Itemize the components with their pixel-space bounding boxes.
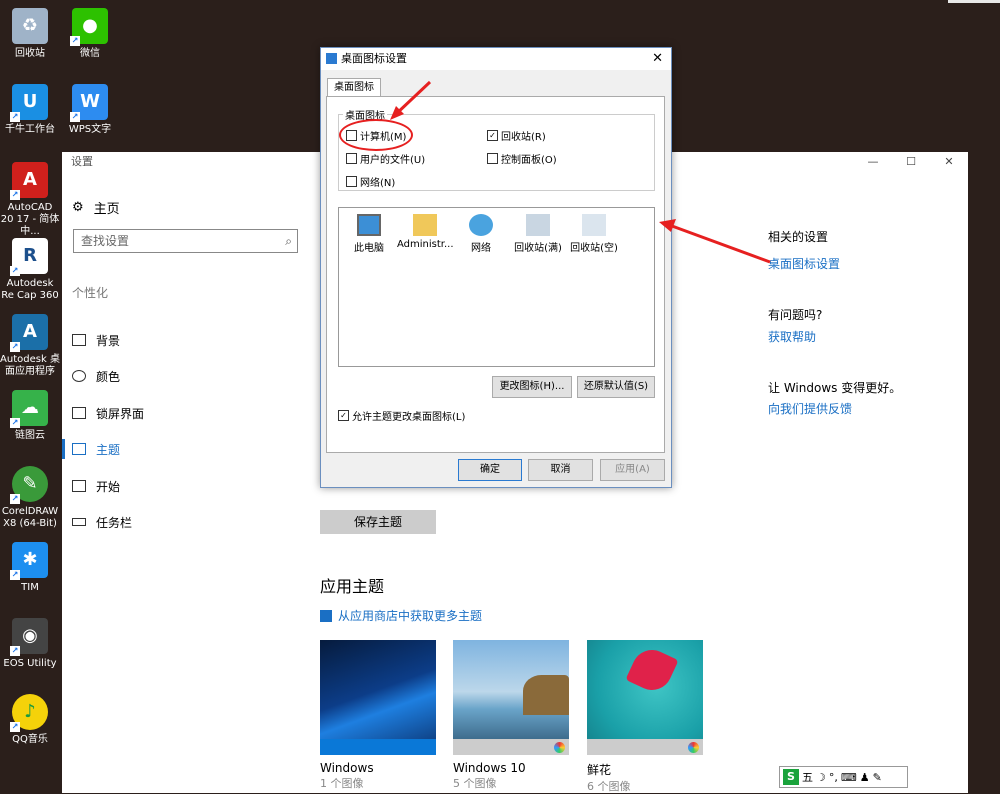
punctuation-icon[interactable]: °,	[829, 771, 838, 784]
sogou-icon: S	[783, 769, 799, 785]
annotation-arrows	[390, 80, 771, 264]
annotation-arrow-line	[393, 80, 432, 117]
wrench-icon[interactable]: ✎	[873, 771, 882, 784]
annotation-arrowhead	[659, 219, 676, 232]
user-icon[interactable]: ♟	[860, 771, 870, 784]
keyboard-icon[interactable]: ⌨	[841, 771, 857, 784]
watermark-url: jingyan.baidu.com	[765, 727, 885, 742]
moon-icon[interactable]: ☽	[816, 771, 826, 784]
annotation-arrow-line	[671, 224, 771, 264]
ime-mode[interactable]: 五	[802, 769, 813, 785]
ime-toolbar[interactable]: S 五 ☽ °, ⌨ ♟ ✎	[779, 766, 908, 788]
